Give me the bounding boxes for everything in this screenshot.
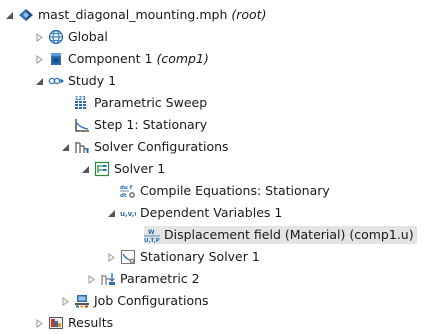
collapsed-arrow-icon[interactable] (106, 252, 116, 262)
collapsed-arrow-icon[interactable] (60, 296, 70, 306)
tree-node-results-label: Results (68, 315, 114, 330)
solver-configurations-icon (74, 139, 90, 155)
results-icon (48, 315, 64, 331)
tree-node-compile-equations[interactable]: du f dt Compile Equations: Stationary (120, 180, 330, 202)
tree-node-solver-configurations[interactable]: Solver Configurations (60, 136, 229, 158)
svg-text:W: W (148, 229, 155, 236)
expanded-arrow-icon[interactable] (34, 76, 44, 86)
stationary-step-icon (74, 117, 90, 133)
tree-node-component[interactable]: Component 1 (comp1) (34, 48, 209, 70)
collapsed-arrow-icon[interactable] (86, 274, 96, 284)
job-configurations-icon (74, 293, 90, 309)
parametric-solver-icon (100, 271, 116, 287)
tree-node-parametric2[interactable]: Parametric 2 (86, 268, 200, 290)
tree-node-step1[interactable]: Step 1: Stationary (74, 114, 207, 136)
tree-node-results[interactable]: Results (34, 312, 113, 334)
tree-node-study[interactable]: Study 1 (34, 70, 116, 92)
tree-node-dependent-variables[interactable]: u,v,w Dependent Variables 1 (106, 202, 282, 224)
dependent-variables-icon: u,v,w (120, 205, 136, 221)
tree-node-displacement-field-label: Displacement field (Material) (comp1.u) (164, 227, 414, 242)
tree-node-stationary-solver-label: Stationary Solver 1 (140, 249, 260, 264)
globe-icon (48, 29, 64, 45)
tree-node-root-label: mast_diagonal_mounting.mph (root) (38, 7, 267, 22)
stationary-solver-icon (120, 249, 136, 265)
collapsed-arrow-icon[interactable] (34, 54, 44, 64)
tree-node-component-label: Component 1 (comp1) (68, 51, 209, 66)
tree-node-parametric-sweep[interactable]: 123 Parametric Sweep (74, 92, 207, 114)
tree-node-parametric-sweep-label: Parametric Sweep (94, 95, 208, 110)
tree-node-job-configurations[interactable]: Job Configurations (60, 290, 209, 312)
tree-node-solver1-label: Solver 1 (114, 161, 166, 176)
expanded-arrow-icon[interactable] (80, 164, 90, 174)
svg-text:dt: dt (120, 193, 127, 199)
tree-node-step1-label: Step 1: Stationary (94, 117, 208, 132)
component-icon (48, 51, 64, 67)
tree-node-parametric2-label: Parametric 2 (120, 271, 200, 286)
compile-equations-icon: du f dt (120, 183, 136, 199)
expanded-arrow-icon[interactable] (4, 10, 14, 20)
collapsed-arrow-icon[interactable] (34, 32, 44, 42)
tree-node-job-configurations-label: Job Configurations (94, 293, 209, 308)
study-icon (48, 73, 64, 89)
tree-node-displacement-field[interactable]: W U,T,P Displacement field (Material) (c… (144, 224, 417, 246)
tree-node-solver-configurations-label: Solver Configurations (94, 139, 229, 154)
tree-node-global[interactable]: Global (34, 26, 108, 48)
tree-node-stationary-solver[interactable]: Stationary Solver 1 (106, 246, 260, 268)
solver-icon (94, 161, 110, 177)
tree-node-solver1[interactable]: Solver 1 (80, 158, 165, 180)
tree-node-dependent-variables-label: Dependent Variables 1 (140, 205, 283, 220)
tree-node-study-label: Study 1 (68, 73, 117, 88)
svg-text:du f: du f (120, 185, 133, 191)
svg-text:u,v,w: u,v,w (120, 210, 136, 218)
field-variable-icon: W U,T,P (144, 227, 160, 243)
parametric-sweep-icon: 123 (74, 95, 90, 111)
tree-node-global-label: Global (68, 29, 108, 44)
selection-highlight: W U,T,P Displacement field (Material) (c… (144, 226, 417, 244)
expanded-arrow-icon[interactable] (60, 142, 70, 152)
expanded-arrow-icon[interactable] (106, 208, 116, 218)
model-root-icon (18, 7, 34, 23)
tree-node-compile-equations-label: Compile Equations: Stationary (140, 183, 330, 198)
tree-node-root[interactable]: mast_diagonal_mounting.mph (root) (4, 4, 266, 26)
collapsed-arrow-icon[interactable] (34, 318, 44, 328)
model-builder-tree: mast_diagonal_mounting.mph (root) Global (0, 0, 445, 330)
svg-text:U,T,P: U,T,P (144, 238, 160, 243)
